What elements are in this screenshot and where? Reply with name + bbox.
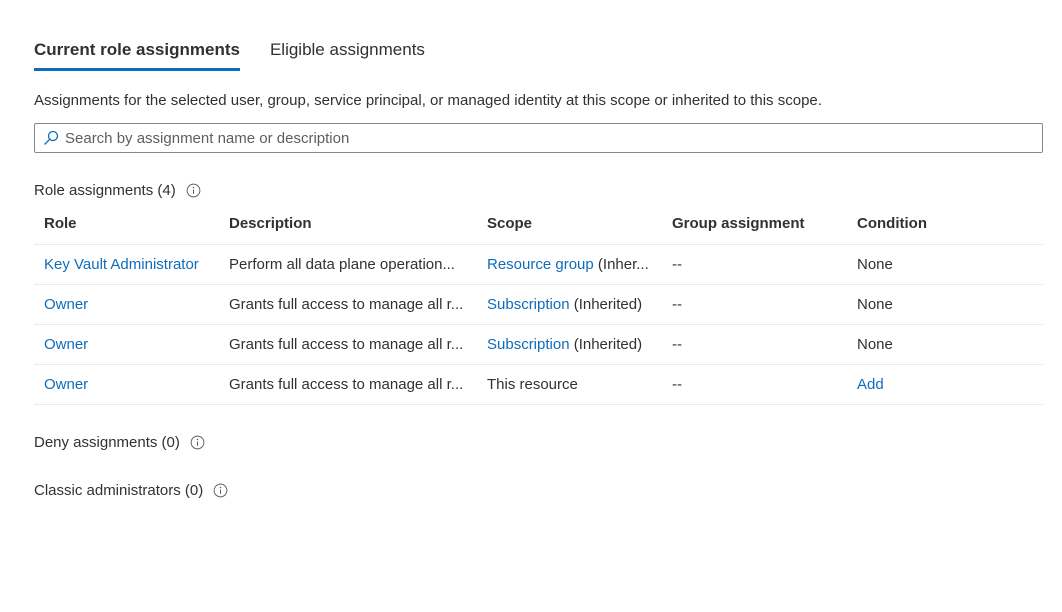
group-assignment: -- (662, 364, 847, 405)
role-link[interactable]: Owner (44, 376, 88, 393)
role-link[interactable]: Key Vault Administrator (44, 256, 199, 273)
table-row: Owner Grants full access to manage all r… (34, 324, 1043, 365)
role-description: Grants full access to manage all r... (219, 284, 477, 325)
scope-link[interactable]: Subscription (487, 296, 570, 313)
column-header-role[interactable]: Role (34, 204, 219, 245)
table-row: Key Vault Administrator Perform all data… (34, 244, 1043, 285)
classic-administrators-header: Classic administrators (0) (34, 482, 228, 499)
group-assignment: -- (662, 244, 847, 285)
scope-link[interactable]: Subscription (487, 336, 570, 353)
assignments-description: Assignments for the selected user, group… (34, 92, 822, 109)
scope-suffix: (Inher... (593, 255, 649, 273)
scope-suffix: (Inherited) (569, 335, 643, 353)
table-header-row: Role Description Scope Group assignment … (34, 204, 1043, 245)
group-assignment: -- (662, 324, 847, 365)
role-link[interactable]: Owner (44, 336, 88, 353)
scope-cell: Resource group (Inher... (477, 244, 662, 285)
scope-suffix: (Inherited) (569, 295, 643, 313)
role-description: Perform all data plane operation... (219, 244, 477, 285)
condition: None (847, 284, 1043, 325)
role-link[interactable]: Owner (44, 296, 88, 313)
scope-cell: Subscription (Inherited) (477, 284, 662, 325)
deny-assignments-title: Deny assignments (0) (34, 434, 180, 451)
column-header-group-assignment[interactable]: Group assignment (662, 204, 847, 245)
column-header-description[interactable]: Description (219, 204, 477, 245)
group-assignment: -- (662, 284, 847, 325)
role-description: Grants full access to manage all r... (219, 324, 477, 365)
condition: None (847, 324, 1043, 365)
role-assignments-title: Role assignments (4) (34, 182, 176, 199)
table-row: Owner Grants full access to manage all r… (34, 284, 1043, 325)
table-row: Owner Grants full access to manage all r… (34, 364, 1043, 405)
scope-cell: Subscription (Inherited) (477, 324, 662, 365)
classic-administrators-title: Classic administrators (0) (34, 482, 204, 499)
column-header-scope[interactable]: Scope (477, 204, 662, 245)
role-assignments-header: Role assignments (4) (34, 182, 201, 199)
role-assignments-table: Role Description Scope Group assignment … (34, 204, 1043, 405)
tab-eligible-assignments[interactable]: Eligible assignments (270, 40, 425, 71)
info-icon[interactable] (213, 483, 228, 498)
info-icon[interactable] (186, 183, 201, 198)
scope-cell: This resource (477, 364, 662, 405)
condition: None (847, 244, 1043, 285)
scope-text: This resource (487, 375, 578, 393)
search-input[interactable] (65, 129, 1025, 147)
scope-link[interactable]: Resource group (487, 256, 594, 273)
column-header-condition[interactable]: Condition (847, 204, 1043, 245)
tab-current-role-assignments[interactable]: Current role assignments (34, 40, 240, 71)
add-condition-link[interactable]: Add (857, 376, 884, 393)
info-icon[interactable] (190, 435, 205, 450)
role-description: Grants full access to manage all r... (219, 364, 477, 405)
search-icon (44, 130, 59, 145)
assignment-tabs: Current role assignments Eligible assign… (34, 40, 455, 71)
deny-assignments-header: Deny assignments (0) (34, 434, 205, 451)
search-box[interactable] (34, 123, 1043, 153)
